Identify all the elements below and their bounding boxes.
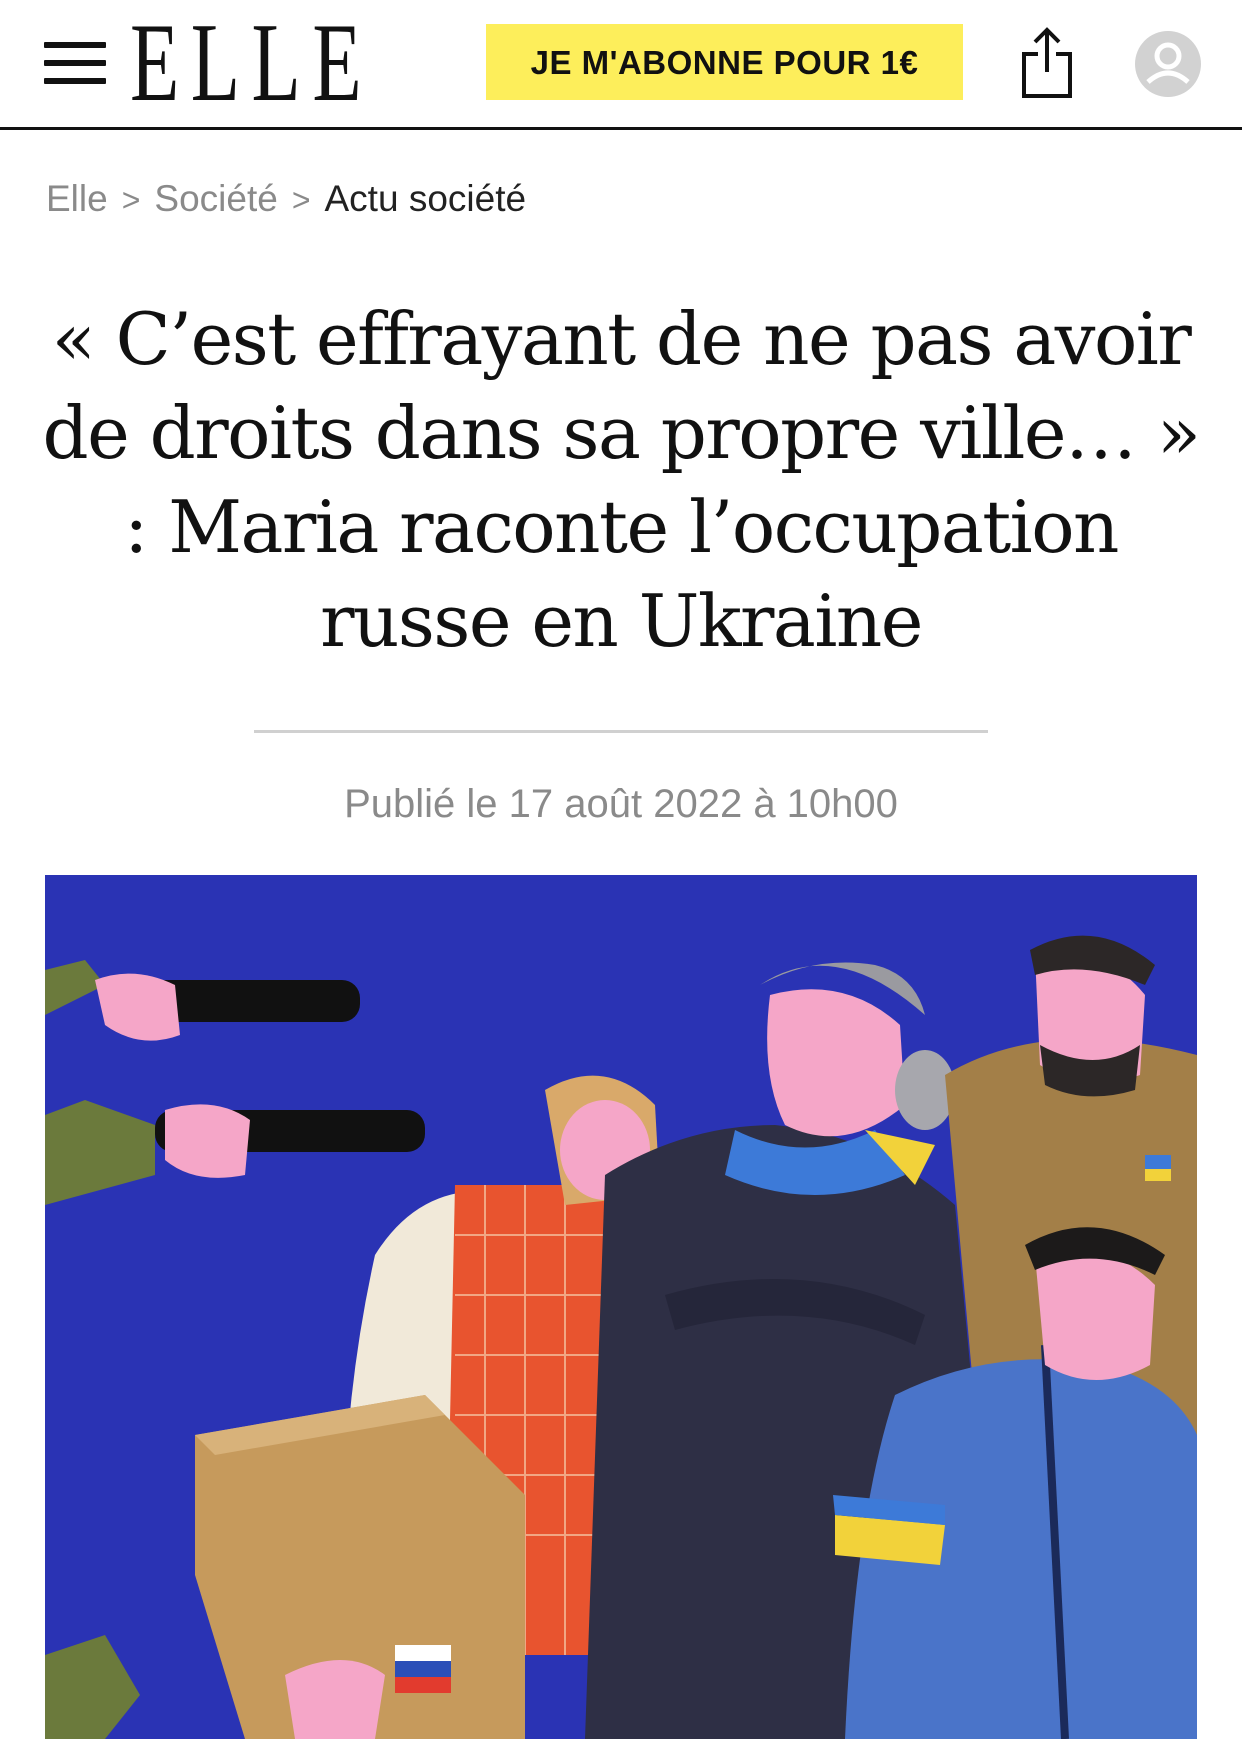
elle-logo[interactable]: ELLE [130,7,373,119]
hamburger-menu-icon[interactable] [44,40,106,86]
breadcrumb-separator: > [121,182,141,218]
publication-date: Publié le 17 août 2022 à 10h00 [344,782,898,826]
article-hero-illustration [45,875,1197,1739]
breadcrumb-separator: > [291,182,311,218]
title-divider [254,730,988,733]
user-avatar-icon[interactable] [1134,30,1202,98]
breadcrumb-societe[interactable]: Société [154,178,277,219]
share-icon[interactable] [1018,26,1076,100]
article-title: « C’est effrayant de ne pas avoir de dro… [42,297,1201,663]
breadcrumb-actu-societe[interactable]: Actu société [325,178,527,219]
top-header: ELLE JE M'ABONNE POUR 1€ [0,0,1242,130]
breadcrumb: Elle > Société > Actu société [46,178,526,220]
breadcrumb-elle[interactable]: Elle [46,178,108,219]
subscribe-button[interactable]: JE M'ABONNE POUR 1€ [486,24,963,100]
